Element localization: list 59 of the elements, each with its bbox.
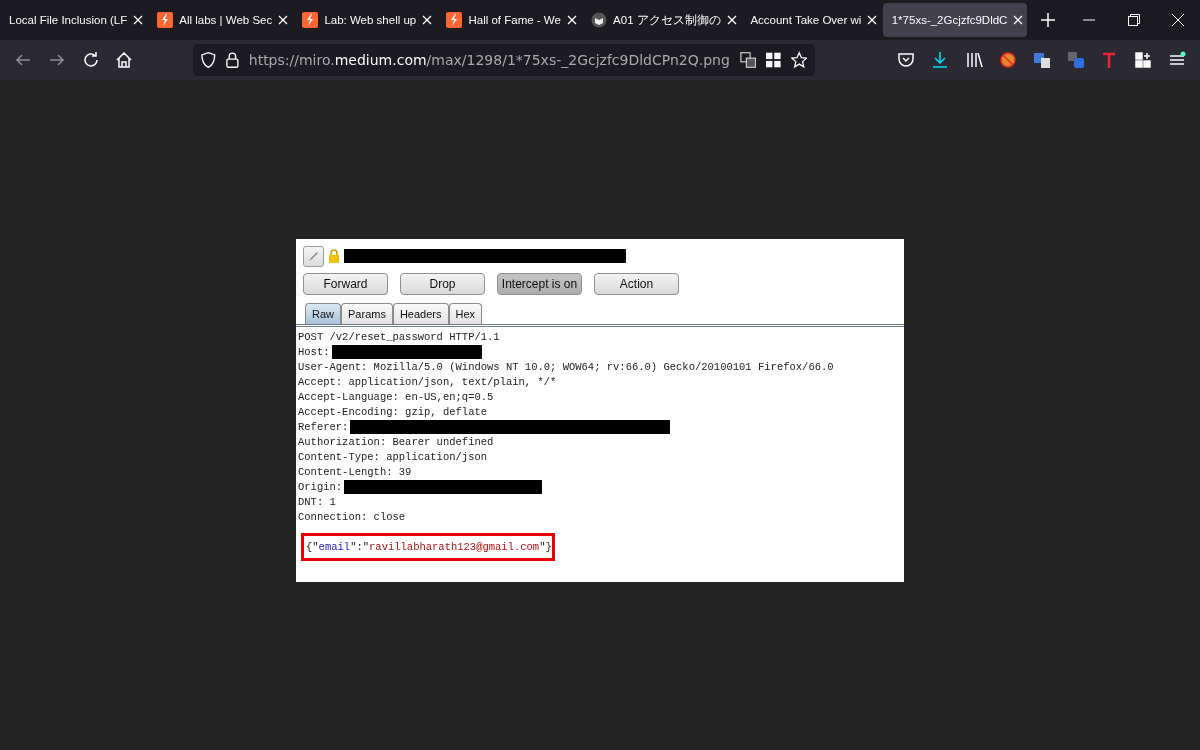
- browser-tab[interactable]: Lab: Web shell up: [293, 3, 436, 37]
- request-line: Connection: close: [298, 509, 406, 525]
- lock-icon: [328, 249, 340, 263]
- tab-title: Lab: Web shell up: [324, 14, 417, 26]
- pencil-icon[interactable]: [303, 245, 324, 267]
- close-icon[interactable]: [278, 15, 289, 25]
- lightning-icon: [157, 12, 174, 28]
- close-icon[interactable]: [867, 15, 878, 25]
- owl-icon: [591, 12, 608, 28]
- request-line: Host:: [298, 344, 330, 360]
- close-icon[interactable]: [566, 15, 577, 25]
- proxy-button[interactable]: Drop: [400, 272, 485, 295]
- url-text: https://miro.medium.com/max/1298/1*75xs-_2Gcjzfc9DldCPn2Q.png: [248, 52, 730, 68]
- close-icon[interactable]: [726, 15, 737, 25]
- browser-tab[interactable]: Account Take Over wi: [741, 3, 881, 37]
- proxy-button[interactable]: Intercept is on: [497, 272, 582, 295]
- request-line: Content-Length: 39: [298, 464, 412, 480]
- proxy-button[interactable]: Forward: [303, 272, 388, 295]
- translate-icon[interactable]: [739, 51, 757, 69]
- request-body: {"email":"ravillabharath123@gmail.com"}: [306, 540, 552, 553]
- browser-tab[interactable]: All labs | Web Sec: [148, 3, 292, 37]
- request-line: User-Agent: Mozilla/5.0 (Windows NT 10.0; WOW64; rv:66.0) Gecko/20100101 Firefox/66.0: [298, 359, 834, 375]
- editor-tab[interactable]: Params: [341, 302, 393, 324]
- request-line: Referer:: [298, 419, 349, 435]
- address-bar[interactable]: https://miro.medium.com/max/1298/1*75xs-_2Gcjzfc9DldCPn2Q.png: [193, 44, 816, 76]
- request-line: Origin:: [298, 479, 343, 495]
- plus-icon[interactable]: [1040, 13, 1055, 27]
- grid-icon[interactable]: [766, 52, 781, 68]
- tab-title: 1*75xs-_2Gcjzfc9DldC: [891, 14, 1008, 26]
- tab-title: Local File Inclusion (LF: [9, 14, 128, 26]
- browser-tab[interactable]: Local File Inclusion (LF: [0, 3, 147, 37]
- editor-tab[interactable]: Hex: [448, 302, 483, 324]
- lightning-icon: [302, 12, 319, 28]
- tab-title: A01 アクセス制御の: [613, 12, 721, 28]
- request-line: Content-Type: application/json: [298, 449, 488, 465]
- tab-title: Hall of Fame - We: [468, 14, 561, 26]
- tab-title: All labs | Web Sec: [179, 14, 273, 26]
- shield-icon[interactable]: [201, 51, 216, 69]
- proxy-button[interactable]: Action: [594, 272, 679, 295]
- star-icon[interactable]: [790, 51, 808, 69]
- lightning-icon: [446, 12, 463, 28]
- request-line: POST /v2/reset_password HTTP/1.1: [298, 329, 500, 345]
- request-line: Accept: application/json, text/plain, */*: [298, 374, 557, 390]
- request-line: DNT: 1: [298, 494, 336, 510]
- close-icon[interactable]: [422, 15, 433, 25]
- browser-tab[interactable]: A01 アクセス制御の: [582, 3, 740, 37]
- request-line: Authorization: Bearer undefined: [298, 434, 494, 450]
- close-icon[interactable]: [1171, 14, 1184, 26]
- browser-tab[interactable]: 1*75xs-_2Gcjzfc9DldC: [882, 3, 1027, 37]
- editor-tab[interactable]: Raw: [305, 302, 341, 324]
- request-line: Accept-Language: en-US,en;q=0.5: [298, 389, 494, 405]
- tab-title: Account Take Over wi: [750, 14, 862, 26]
- editor-tab[interactable]: Headers: [392, 302, 449, 324]
- restore-icon[interactable]: [1127, 14, 1140, 26]
- close-icon[interactable]: [133, 15, 144, 25]
- browser-tab[interactable]: Hall of Fame - We: [437, 3, 581, 37]
- lock-icon[interactable]: [226, 51, 239, 69]
- close-icon[interactable]: [1013, 15, 1024, 25]
- request-line: Accept-Encoding: gzip, deflate: [298, 404, 488, 420]
